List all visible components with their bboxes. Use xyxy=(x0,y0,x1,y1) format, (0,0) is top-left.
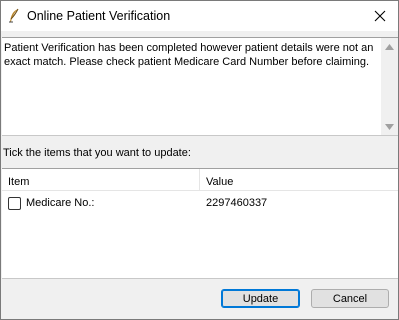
window-title: Online Patient Verification xyxy=(27,9,171,23)
row-item-label: Medicare No.: xyxy=(26,197,95,209)
message-textbox[interactable]: Patient Verification has been completed … xyxy=(2,37,398,136)
scroll-up-arrow-icon[interactable] xyxy=(381,38,398,55)
column-header-value[interactable]: Value xyxy=(206,176,233,188)
cancel-button[interactable]: Cancel xyxy=(311,289,389,308)
instruction-label: Tick the items that you want to update: xyxy=(3,147,191,159)
update-items-list: Item Value Medicare No.: 2297460337 xyxy=(2,168,398,279)
medicare-update-checkbox[interactable] xyxy=(8,197,21,210)
list-header: Item Value xyxy=(2,169,398,191)
column-divider[interactable] xyxy=(199,169,200,191)
dialog-window: Online Patient Verification Patient Veri… xyxy=(0,0,399,320)
close-button[interactable] xyxy=(362,1,398,31)
scroll-down-arrow-icon[interactable] xyxy=(381,118,398,135)
message-text: Patient Verification has been completed … xyxy=(4,42,374,68)
row-item-value: 2297460337 xyxy=(206,197,268,209)
table-row[interactable]: Medicare No.: 2297460337 xyxy=(2,194,398,212)
feather-quill-icon xyxy=(7,8,21,24)
title-bar: Online Patient Verification xyxy=(1,1,398,31)
update-button[interactable]: Update xyxy=(221,289,300,308)
column-header-item[interactable]: Item xyxy=(8,176,29,188)
close-icon xyxy=(374,10,386,22)
vertical-scrollbar[interactable] xyxy=(381,38,398,135)
